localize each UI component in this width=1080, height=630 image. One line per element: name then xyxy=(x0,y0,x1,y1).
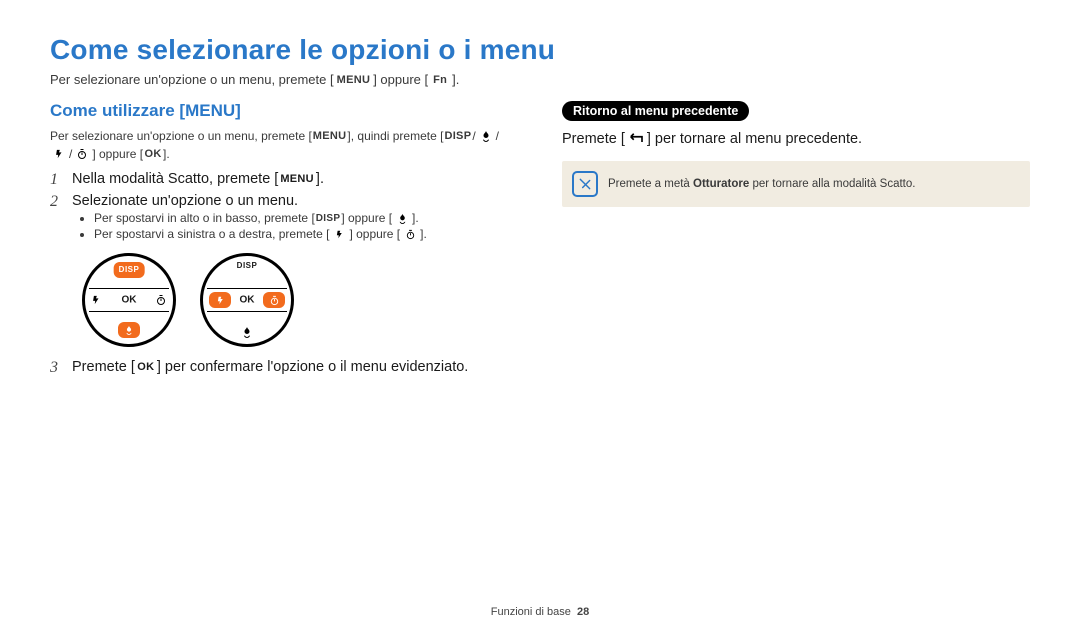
flash-button-highlighted-icon xyxy=(209,292,231,308)
sub-text: ]. xyxy=(412,211,419,225)
disp-button-icon: DISP xyxy=(237,262,258,270)
menu-label-icon: MENU xyxy=(337,73,371,87)
note-info-icon xyxy=(572,171,598,197)
intro-line: Per selezionare un'opzione o un menu, pr… xyxy=(50,72,1030,87)
macro-icon xyxy=(477,129,495,143)
intro-post: ]. xyxy=(452,72,459,87)
step-text: Premete [ xyxy=(72,359,135,375)
step-2b: Per spostarvi a sinistra o a destra, pre… xyxy=(94,227,518,241)
footer-page: 28 xyxy=(577,606,589,618)
timer-button-highlighted-icon xyxy=(263,292,285,308)
steps-list: Nella modalità Scatto, premete [ MENU ].… xyxy=(50,171,518,375)
menu-label-icon: MENU xyxy=(280,172,314,186)
subintro-text: ], quindi premete [ xyxy=(347,127,443,145)
intro-pre: Per selezionare un'opzione o un menu, pr… xyxy=(50,72,334,87)
note-post: per tornare alla modalità Scatto. xyxy=(749,178,915,190)
sub-text: Per spostarvi a sinistra o a destra, pre… xyxy=(94,227,329,241)
step-text: ]. xyxy=(316,171,324,187)
step-text: ] per confermare l'opzione o il menu evi… xyxy=(157,359,468,375)
intro-mid: ] oppure [ xyxy=(373,72,428,87)
return-body: Premete [ ] per tornare al menu preceden… xyxy=(562,131,1030,147)
return-text: ] per tornare al menu precedente. xyxy=(647,131,862,147)
left-subintro: Per selezionare un'opzione o un menu, pr… xyxy=(50,127,518,163)
right-column: Ritorno al menu precedente Premete [ ] p… xyxy=(562,101,1030,381)
ok-center-label: OK xyxy=(122,295,137,306)
macro-button-icon xyxy=(241,326,253,338)
step-2: Selezionate un'opzione o un menu. Per sp… xyxy=(50,193,518,347)
subintro-text: ]. xyxy=(163,145,170,163)
timer-icon xyxy=(73,147,91,161)
sub-text: Per spostarvi in alto o in basso, premet… xyxy=(94,211,315,225)
subintro-text: / xyxy=(69,145,72,163)
note-pre: Premete a metà xyxy=(608,178,693,190)
note-box: Premete a metà Otturatore per tornare al… xyxy=(562,161,1030,207)
left-column: Come utilizzare [MENU] Per selezionare u… xyxy=(50,101,518,381)
step-text: Selezionate un'opzione o un menu. xyxy=(72,193,298,209)
subintro-text: / xyxy=(496,127,499,145)
subintro-text: Per selezionare un'opzione o un menu, pr… xyxy=(50,127,312,145)
note-text: Premete a metà Otturatore per tornare al… xyxy=(608,178,915,190)
sub-text: ]. xyxy=(420,227,427,241)
disp-label-icon: DISP xyxy=(444,129,471,143)
step-2-sub: Per spostarvi in alto o in basso, premet… xyxy=(80,211,518,241)
columns: Come utilizzare [MENU] Per selezionare u… xyxy=(50,101,1030,381)
page-footer: Funzioni di base 28 xyxy=(0,606,1080,618)
step-text: Nella modalità Scatto, premete [ xyxy=(72,171,278,187)
flash-icon xyxy=(50,147,68,161)
ok-label-icon: OK xyxy=(144,147,162,161)
dial-leftright: DISP OK xyxy=(200,253,294,347)
flash-icon xyxy=(330,227,348,241)
step-3: Premete [ OK ] per confermare l'opzione … xyxy=(50,359,518,375)
sub-text: ] oppure [ xyxy=(341,211,392,225)
step-1: Nella modalità Scatto, premete [ MENU ]. xyxy=(50,171,518,187)
subintro-text: / xyxy=(472,127,475,145)
page-title: Come selezionare le opzioni o i menu xyxy=(50,34,1030,66)
disp-label-icon: DISP xyxy=(316,211,341,225)
return-text: Premete [ xyxy=(562,131,625,147)
menu-label-icon: MENU xyxy=(313,129,347,143)
timer-icon xyxy=(401,227,419,241)
note-bold: Otturatore xyxy=(693,178,749,190)
macro-button-highlighted-icon xyxy=(118,322,140,338)
fn-label-icon: Fn xyxy=(431,73,449,87)
disp-button-highlighted-icon: DISP xyxy=(114,262,145,278)
return-menu-badge: Ritorno al menu precedente xyxy=(562,101,749,121)
flash-button-icon xyxy=(91,294,101,306)
subintro-text: ] oppure [ xyxy=(92,145,143,163)
macro-icon xyxy=(393,211,411,225)
ok-label-icon: OK xyxy=(137,360,155,374)
ok-center-label: OK xyxy=(240,295,255,306)
step-2a: Per spostarvi in alto o in basso, premet… xyxy=(94,211,518,225)
dial-updown: DISP OK xyxy=(82,253,176,347)
back-arrow-icon xyxy=(627,132,645,146)
footer-label: Funzioni di base xyxy=(491,606,571,618)
sub-text: ] oppure [ xyxy=(349,227,400,241)
dial-diagrams: DISP OK xyxy=(82,253,518,347)
timer-button-icon xyxy=(155,294,167,306)
left-heading: Come utilizzare [MENU] xyxy=(50,101,518,121)
